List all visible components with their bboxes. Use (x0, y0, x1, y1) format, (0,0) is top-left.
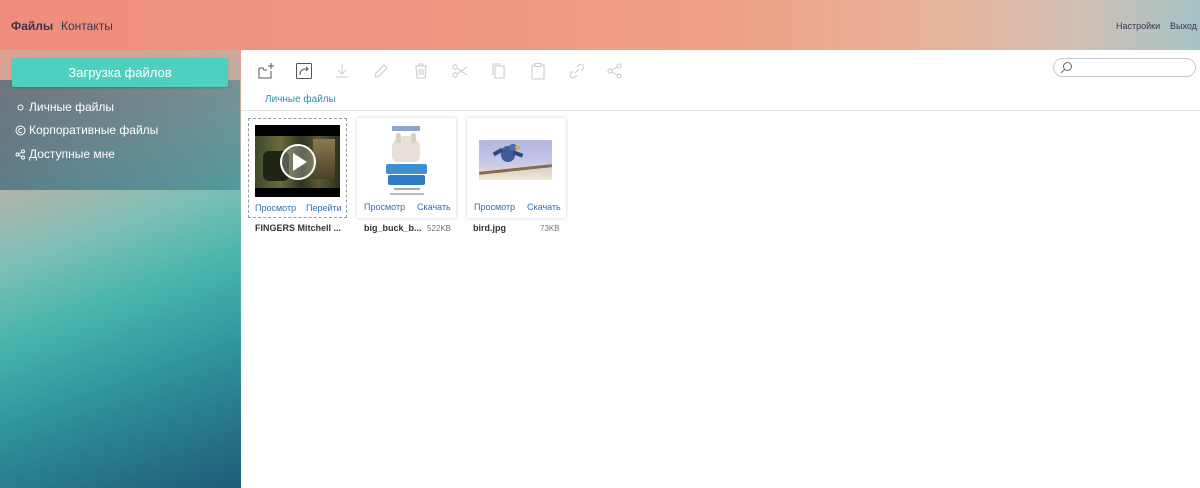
sidebar-item-personal-files[interactable]: Личные файлы (14, 100, 114, 114)
file-card-image[interactable]: Просмотр Скачать (357, 118, 456, 218)
video-thumbnail[interactable] (255, 125, 340, 197)
file-card-image[interactable]: Просмотр Скачать (467, 118, 566, 218)
sidebar-item-label: Корпоративные файлы (29, 123, 159, 137)
edit-icon[interactable] (371, 61, 391, 81)
sidebar: Загрузка файлов Личные файлы Корпоративн… (0, 50, 240, 488)
file-size: 522KB (427, 224, 452, 233)
main-panel: Личные файлы Просмотр Перейти FINGERS Mi… (241, 50, 1200, 488)
download-link[interactable]: Скачать (527, 202, 561, 212)
cut-icon[interactable] (450, 61, 470, 81)
redo-icon[interactable] (294, 61, 314, 81)
sidebar-item-label: Личные файлы (29, 100, 114, 114)
copy-icon[interactable] (489, 61, 509, 81)
new-folder-icon[interactable] (256, 61, 276, 81)
share-icon (14, 149, 26, 160)
nav-logout[interactable]: Выход (1170, 21, 1197, 31)
file-name: FINGERS Mitchell ... (255, 223, 342, 233)
nav-files[interactable]: Файлы (11, 19, 53, 33)
preview-link[interactable]: Просмотр (364, 202, 405, 212)
trash-icon[interactable] (411, 61, 431, 81)
divider (241, 110, 1200, 111)
file-size: 73KB (540, 224, 560, 233)
upload-files-button[interactable]: Загрузка файлов (12, 58, 228, 87)
nav-settings[interactable]: Настройки (1116, 21, 1160, 31)
preview-link[interactable]: Просмотр (474, 202, 515, 212)
image-thumbnail[interactable] (479, 140, 552, 180)
file-name: big_buck_b... (364, 223, 422, 233)
circle-icon (14, 104, 26, 111)
top-navigation-bar: Файлы Контакты Настройки Выход (0, 0, 1200, 50)
paste-icon[interactable] (528, 61, 548, 81)
preview-link[interactable]: Просмотр (255, 203, 296, 213)
open-link[interactable]: Перейти (306, 203, 342, 213)
copyright-icon (14, 125, 26, 136)
sidebar-item-corporate-files[interactable]: Корпоративные файлы (14, 123, 158, 137)
share-icon[interactable] (605, 61, 625, 81)
file-card-video[interactable]: Просмотр Перейти (248, 118, 347, 218)
nav-contacts[interactable]: Контакты (61, 19, 113, 33)
sidebar-item-shared-with-me[interactable]: Доступные мне (14, 147, 115, 161)
link-icon[interactable] (567, 61, 587, 81)
sidebar-item-label: Доступные мне (29, 147, 115, 161)
image-thumbnail[interactable] (384, 122, 429, 198)
file-name: bird.jpg (473, 223, 506, 233)
breadcrumb[interactable]: Личные файлы (265, 94, 336, 105)
search-input[interactable] (1053, 58, 1196, 77)
search-icon (1060, 61, 1073, 79)
download-icon[interactable] (332, 61, 352, 81)
play-icon[interactable] (279, 143, 317, 181)
download-link[interactable]: Скачать (417, 202, 451, 212)
